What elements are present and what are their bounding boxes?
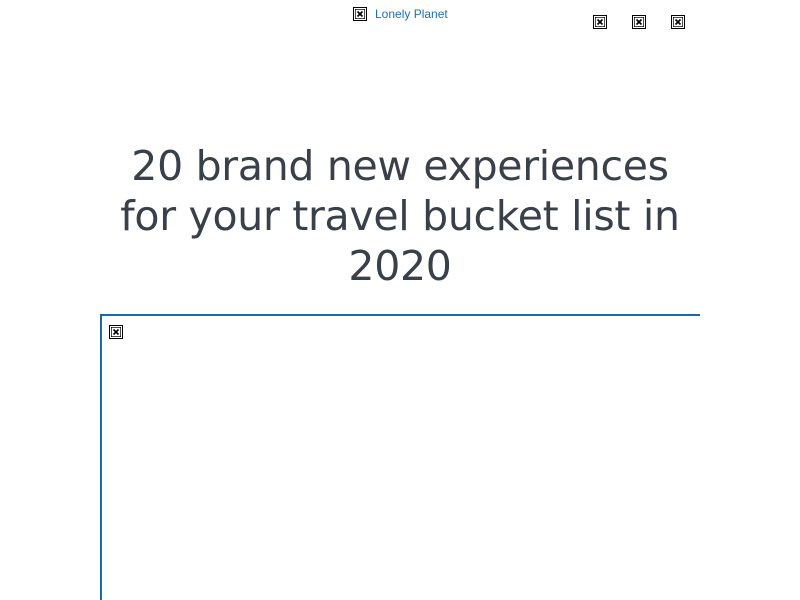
article-title: 20 brand new experiences for your travel… [120, 142, 680, 290]
broken-image-icon[interactable] [593, 15, 607, 29]
hero-image-frame [100, 314, 700, 600]
lonely-planet-logo-link[interactable]: Lonely Planet [353, 7, 448, 21]
broken-image-icon[interactable] [671, 15, 685, 29]
broken-image-icon [109, 325, 123, 339]
logo-text: Lonely Planet [375, 7, 448, 21]
broken-image-icon [353, 7, 367, 21]
page: Lonely Planet 20 brand new experiences f… [0, 0, 800, 600]
broken-image-icon[interactable] [632, 15, 646, 29]
